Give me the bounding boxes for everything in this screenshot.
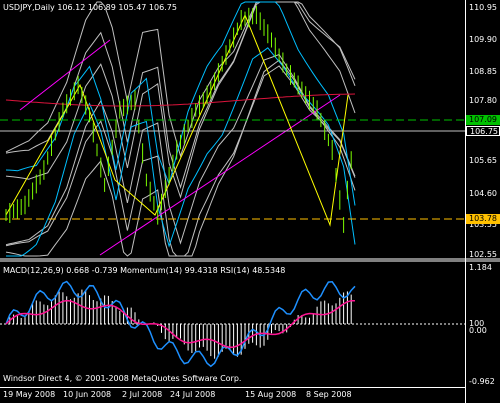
date-tick: 2 Jul 2008 — [122, 390, 163, 399]
trendline — [19, 39, 111, 111]
indicator-chart — [0, 280, 465, 368]
indicator-title: MACD(12,26,9) 0.668 -0.739 Momentum(14) … — [3, 266, 286, 275]
price-tag-yellow: 103.78 — [466, 214, 500, 224]
envelope-line — [5, 53, 356, 246]
date-tick: 24 Jul 2008 — [170, 390, 216, 399]
price-tick: 104.60 — [469, 189, 497, 198]
price-axis — [465, 0, 500, 403]
copyright-text: Windsor Direct 4, © 2001-2008 MetaQuotes… — [3, 374, 242, 383]
price-tick: 107.80 — [469, 96, 497, 105]
envelope-line — [5, 1, 356, 158]
indicator-tick: 1.184 — [469, 263, 492, 272]
price-tick: 105.65 — [469, 156, 497, 165]
date-tick: 19 May 2008 — [3, 390, 56, 399]
price-tick: 110.95 — [469, 3, 497, 12]
date-tick: 15 Aug 2008 — [245, 390, 297, 399]
trendline — [99, 94, 341, 256]
price-chart — [0, 1, 465, 257]
date-tick: 10 Jun 2008 — [63, 390, 112, 399]
price-tag-green: 107.09 — [466, 115, 500, 125]
date-tick: 8 Sep 2008 — [306, 390, 352, 399]
last-price-tag: 106.75 — [466, 126, 500, 136]
price-pane[interactable]: USDJPY,Daily 106.12 106.89 105.47 106.75 — [0, 0, 465, 258]
price-tick: 102.55 — [469, 250, 497, 259]
chart-title: USDJPY,Daily 106.12 106.89 105.47 106.75 — [3, 3, 177, 12]
indicator-tick: 0.00 — [469, 326, 487, 335]
indicator-pane[interactable]: MACD(12,26,9) 0.668 -0.739 Momentum(14) … — [0, 262, 465, 387]
indicator-tick: -0.962 — [469, 377, 495, 386]
chart-window: USDJPY,Daily 106.12 106.89 105.47 106.75… — [0, 0, 500, 403]
price-tick: 108.85 — [469, 67, 497, 76]
bollinger-line — [6, 47, 356, 257]
price-tick: 109.90 — [469, 35, 497, 44]
